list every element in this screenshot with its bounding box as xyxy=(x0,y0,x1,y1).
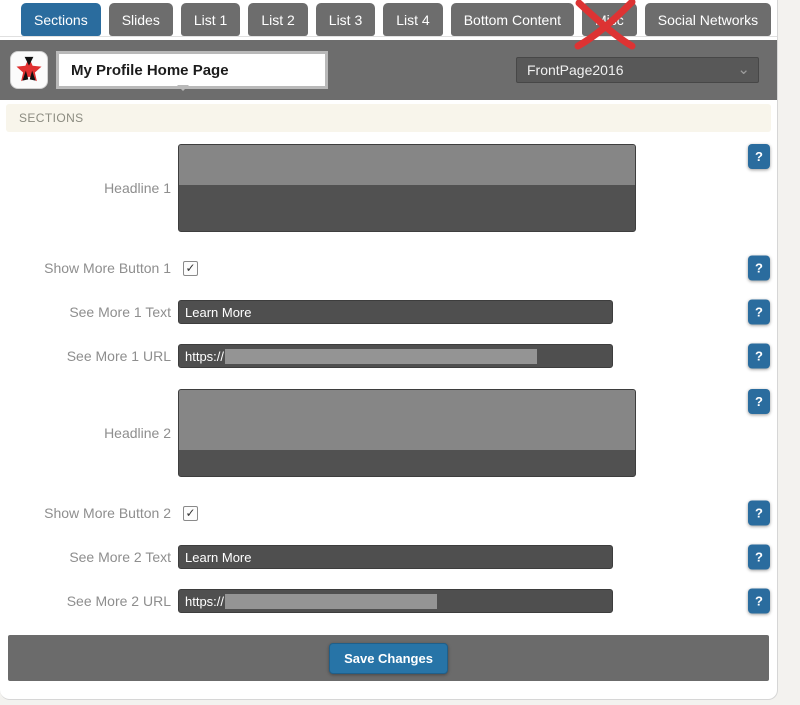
page-title-field-frame xyxy=(56,51,328,89)
see-more-2-url-row: See More 2 URL https:// ? xyxy=(0,589,777,613)
see-more-1-text-row: See More 1 Text ? xyxy=(0,300,777,324)
title-field-notch xyxy=(177,85,189,97)
show-more-1-label: Show More Button 1 xyxy=(0,260,178,276)
content-card: Sections Slides List 1 List 2 List 3 Lis… xyxy=(0,0,778,700)
section-header-bar: SECTIONS xyxy=(6,104,771,132)
url-prefix: https:// xyxy=(185,349,224,364)
see-more-1-text-input[interactable] xyxy=(178,300,613,324)
show-more-1-checkbox[interactable]: ✓ xyxy=(183,261,198,276)
help-button-show-more-1[interactable]: ? xyxy=(748,256,770,281)
template-dropdown-value: FrontPage2016 xyxy=(527,62,624,78)
show-more-2-row: Show More Button 2 ✓ ? xyxy=(0,500,777,526)
tab-misc-label: Misc xyxy=(595,12,624,28)
redacted-content xyxy=(179,390,635,450)
app-header: FrontPage2016 ⌄ xyxy=(0,40,777,100)
headline-2-row: Headline 2 ? xyxy=(0,388,777,478)
tab-list-2[interactable]: List 2 xyxy=(248,3,307,36)
tab-list-1[interactable]: List 1 xyxy=(181,3,240,36)
show-more-2-label: Show More Button 2 xyxy=(0,505,178,521)
headline-1-row: Headline 1 ? xyxy=(0,143,777,233)
tab-bar: Sections Slides List 1 List 2 List 3 Lis… xyxy=(0,0,777,37)
footer-bar: Save Changes xyxy=(8,635,769,681)
help-button-see-more-1-text[interactable]: ? xyxy=(748,300,770,325)
help-button-see-more-2-url[interactable]: ? xyxy=(748,589,770,614)
chevron-down-icon: ⌄ xyxy=(737,65,750,75)
help-button-show-more-2[interactable]: ? xyxy=(748,501,770,526)
tab-misc[interactable]: Misc xyxy=(582,3,637,36)
see-more-2-text-input[interactable] xyxy=(178,545,613,569)
headline-1-label: Headline 1 xyxy=(0,180,178,196)
help-button-see-more-1-url[interactable]: ? xyxy=(748,344,770,369)
tab-social-networks[interactable]: Social Networks xyxy=(645,3,771,36)
tab-sections[interactable]: Sections xyxy=(21,3,101,36)
page-title-input[interactable] xyxy=(59,54,325,86)
tab-bottom-content[interactable]: Bottom Content xyxy=(451,3,574,36)
url-prefix: https:// xyxy=(185,594,224,609)
template-dropdown[interactable]: FrontPage2016 ⌄ xyxy=(516,57,759,83)
tab-slides[interactable]: Slides xyxy=(109,3,173,36)
section-header-label: SECTIONS xyxy=(19,111,84,125)
see-more-2-text-label: See More 2 Text xyxy=(0,549,178,565)
redacted-url xyxy=(225,594,437,609)
star-logo-icon xyxy=(14,55,44,85)
tab-list-3[interactable]: List 3 xyxy=(316,3,375,36)
headline-2-label: Headline 2 xyxy=(0,425,178,441)
tab-list-4[interactable]: List 4 xyxy=(383,3,442,36)
app-logo xyxy=(10,51,48,89)
help-button-headline-1[interactable]: ? xyxy=(748,144,770,169)
show-more-2-checkbox[interactable]: ✓ xyxy=(183,506,198,521)
headline-2-textarea[interactable] xyxy=(178,389,636,477)
help-button-headline-2[interactable]: ? xyxy=(748,389,770,414)
see-more-2-url-label: See More 2 URL xyxy=(0,593,178,609)
redacted-content xyxy=(179,145,635,185)
see-more-1-url-input[interactable]: https:// xyxy=(178,344,613,368)
show-more-1-row: Show More Button 1 ✓ ? xyxy=(0,255,777,281)
see-more-2-text-row: See More 2 Text ? xyxy=(0,545,777,569)
see-more-2-url-input[interactable]: https:// xyxy=(178,589,613,613)
help-button-see-more-2-text[interactable]: ? xyxy=(748,545,770,570)
see-more-1-url-label: See More 1 URL xyxy=(0,348,178,364)
sections-form: Headline 1 ? Show More Button 1 ✓ ? See … xyxy=(0,143,777,613)
headline-1-textarea[interactable] xyxy=(178,144,636,232)
see-more-1-url-row: See More 1 URL https:// ? xyxy=(0,344,777,368)
see-more-1-text-label: See More 1 Text xyxy=(0,304,178,320)
save-changes-button[interactable]: Save Changes xyxy=(329,643,448,674)
redacted-url xyxy=(225,349,537,364)
